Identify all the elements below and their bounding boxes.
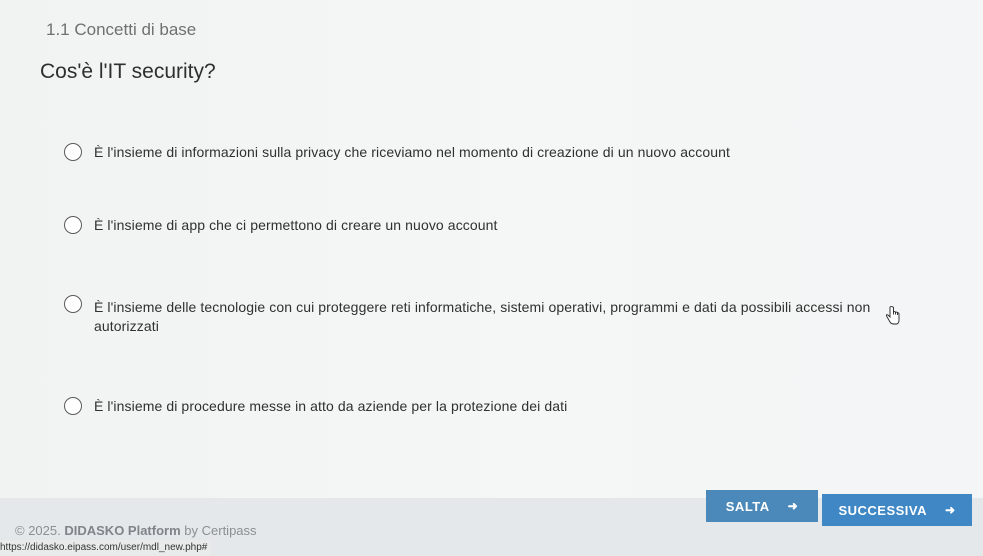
answer-option-2[interactable]: È l'insieme di app che ci permettono di … xyxy=(64,216,944,235)
answer-option-4-label: È l'insieme di procedure messe in atto d… xyxy=(94,398,568,414)
status-bar-url: https://didasko.eipass.com/user/mdl_new.… xyxy=(0,540,212,556)
footer-brand: DIDASKO Platform xyxy=(64,523,181,538)
radio-button-1[interactable] xyxy=(64,143,82,161)
skip-button[interactable]: SALTA ➜ xyxy=(706,490,818,522)
footer-by: by Certipass xyxy=(184,523,257,538)
arrow-right-icon: ➜ xyxy=(787,499,799,513)
answer-option-3-label: È l'insieme delle tecnologie con cui pro… xyxy=(94,299,871,334)
next-button[interactable]: SUCCESSIVA ➜ xyxy=(822,494,972,526)
footer-copyright: © 2025. xyxy=(15,523,61,538)
answer-option-1-label: È l'insieme di informazioni sulla privac… xyxy=(94,144,730,160)
answer-option-3[interactable]: È l'insieme delle tecnologie con cui pro… xyxy=(64,295,914,336)
next-button-label: SUCCESSIVA xyxy=(838,502,927,518)
answer-option-2-label: È l'insieme di app che ci permettono di … xyxy=(94,217,498,233)
quiz-panel: 1.1 Concetti di base Cos'è l'IT security… xyxy=(0,0,983,498)
answer-option-4[interactable]: È l'insieme di procedure messe in atto d… xyxy=(64,397,944,416)
arrow-right-icon: ➜ xyxy=(945,503,956,517)
answer-option-1[interactable]: È l'insieme di informazioni sulla privac… xyxy=(64,143,944,162)
section-title: 1.1 Concetti di base xyxy=(46,20,197,39)
skip-button-label: SALTA xyxy=(725,498,770,514)
question-text: Cos'è l'IT security? xyxy=(40,60,216,83)
hand-cursor-icon xyxy=(885,306,900,325)
radio-button-3[interactable] xyxy=(64,295,82,313)
radio-button-4[interactable] xyxy=(64,397,82,415)
radio-button-2[interactable] xyxy=(64,216,82,234)
footer: © 2025. DIDASKO Platform by Certipass xyxy=(15,523,257,538)
